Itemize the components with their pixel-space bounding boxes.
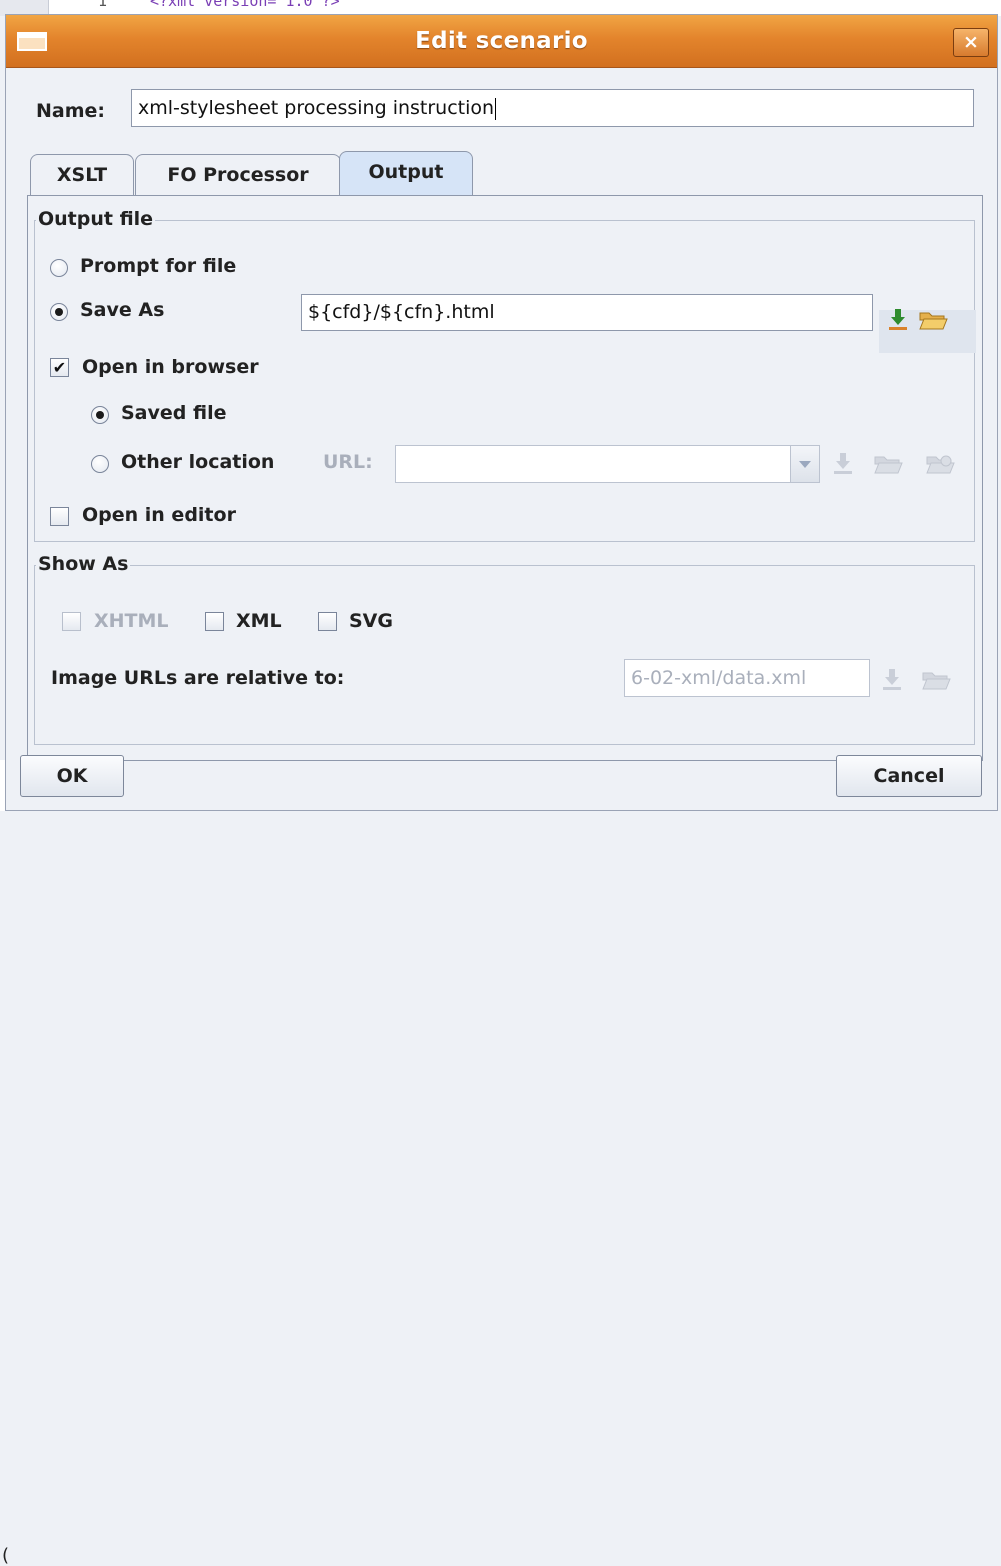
saved-file-label[interactable]: Saved file bbox=[121, 402, 226, 424]
tab-xslt[interactable]: XSLT bbox=[30, 154, 134, 196]
open-in-browser-checkbox[interactable]: ✔ bbox=[50, 358, 69, 377]
other-location-label[interactable]: Other location bbox=[121, 451, 274, 473]
cancel-button[interactable]: Cancel bbox=[836, 755, 982, 797]
ok-button[interactable]: OK bbox=[20, 755, 124, 797]
image-urls-browse-folder-button[interactable] bbox=[920, 665, 951, 695]
show-as-legend: Show As bbox=[36, 553, 131, 575]
download-arrow-icon bbox=[889, 309, 907, 330]
other-location-radio[interactable] bbox=[91, 455, 109, 473]
url-browse-folder-button[interactable] bbox=[872, 449, 903, 479]
tab-fo-processor[interactable]: FO Processor bbox=[135, 154, 341, 196]
saved-file-radio[interactable] bbox=[91, 406, 109, 424]
title-bar[interactable]: Edit scenario × bbox=[6, 15, 997, 68]
prompt-for-file-radio[interactable] bbox=[50, 259, 68, 277]
editor-stray-char: ( bbox=[2, 1545, 10, 1566]
show-as-group bbox=[34, 565, 975, 745]
xml-label[interactable]: XML bbox=[236, 610, 282, 632]
editor-line-number: 1 bbox=[98, 0, 108, 10]
image-urls-label: Image URLs are relative to: bbox=[51, 667, 345, 689]
url-insert-variable-button[interactable] bbox=[828, 449, 858, 479]
output-file-legend: Output file bbox=[36, 208, 156, 230]
remote-folder-icon bbox=[926, 455, 955, 474]
save-as-radio[interactable] bbox=[50, 303, 68, 321]
text-caret bbox=[495, 97, 497, 120]
dialog-title: Edit scenario bbox=[415, 28, 588, 54]
tab-output[interactable]: Output bbox=[339, 151, 473, 196]
url-combo-input[interactable] bbox=[395, 445, 820, 483]
insert-editor-variable-button[interactable] bbox=[883, 305, 913, 335]
xml-checkbox[interactable] bbox=[205, 612, 224, 631]
browse-folder-button[interactable] bbox=[917, 305, 948, 335]
open-in-editor-label[interactable]: Open in editor bbox=[82, 504, 236, 526]
close-button[interactable]: × bbox=[953, 28, 989, 57]
folder-open-icon bbox=[919, 312, 948, 330]
image-urls-insert-variable-button[interactable] bbox=[877, 665, 907, 695]
url-label: URL: bbox=[323, 451, 373, 473]
xhtml-label: XHTML bbox=[94, 610, 169, 632]
svg-label[interactable]: SVG bbox=[349, 610, 393, 632]
url-browse-remote-button[interactable] bbox=[924, 449, 955, 479]
download-arrow-icon bbox=[883, 669, 901, 690]
save-as-path-input[interactable]: ${cfd}/${cfn}.html bbox=[301, 294, 873, 331]
folder-open-icon bbox=[874, 456, 903, 474]
name-label: Name: bbox=[36, 100, 106, 122]
download-arrow-icon bbox=[834, 453, 852, 474]
editor-code-line: <?xml version="1.0"?> bbox=[150, 0, 340, 10]
open-in-browser-label[interactable]: Open in browser bbox=[82, 356, 259, 378]
url-dropdown-arrow-icon[interactable] bbox=[790, 446, 819, 482]
edit-scenario-dialog: Edit scenario × Name: xml-stylesheet pro… bbox=[5, 14, 998, 811]
checkmark-icon: ✔ bbox=[52, 358, 67, 377]
folder-open-icon bbox=[922, 672, 951, 690]
prompt-for-file-label[interactable]: Prompt for file bbox=[80, 255, 236, 277]
save-as-label[interactable]: Save As bbox=[80, 299, 164, 321]
image-urls-input[interactable]: 6-02-xml/data.xml bbox=[624, 659, 870, 697]
xhtml-checkbox[interactable] bbox=[62, 612, 81, 631]
name-input[interactable]: xml-stylesheet processing instruction bbox=[131, 89, 974, 127]
open-in-editor-checkbox[interactable] bbox=[50, 507, 69, 526]
name-input-value: xml-stylesheet processing instruction bbox=[138, 97, 495, 119]
svg-checkbox[interactable] bbox=[318, 612, 337, 631]
